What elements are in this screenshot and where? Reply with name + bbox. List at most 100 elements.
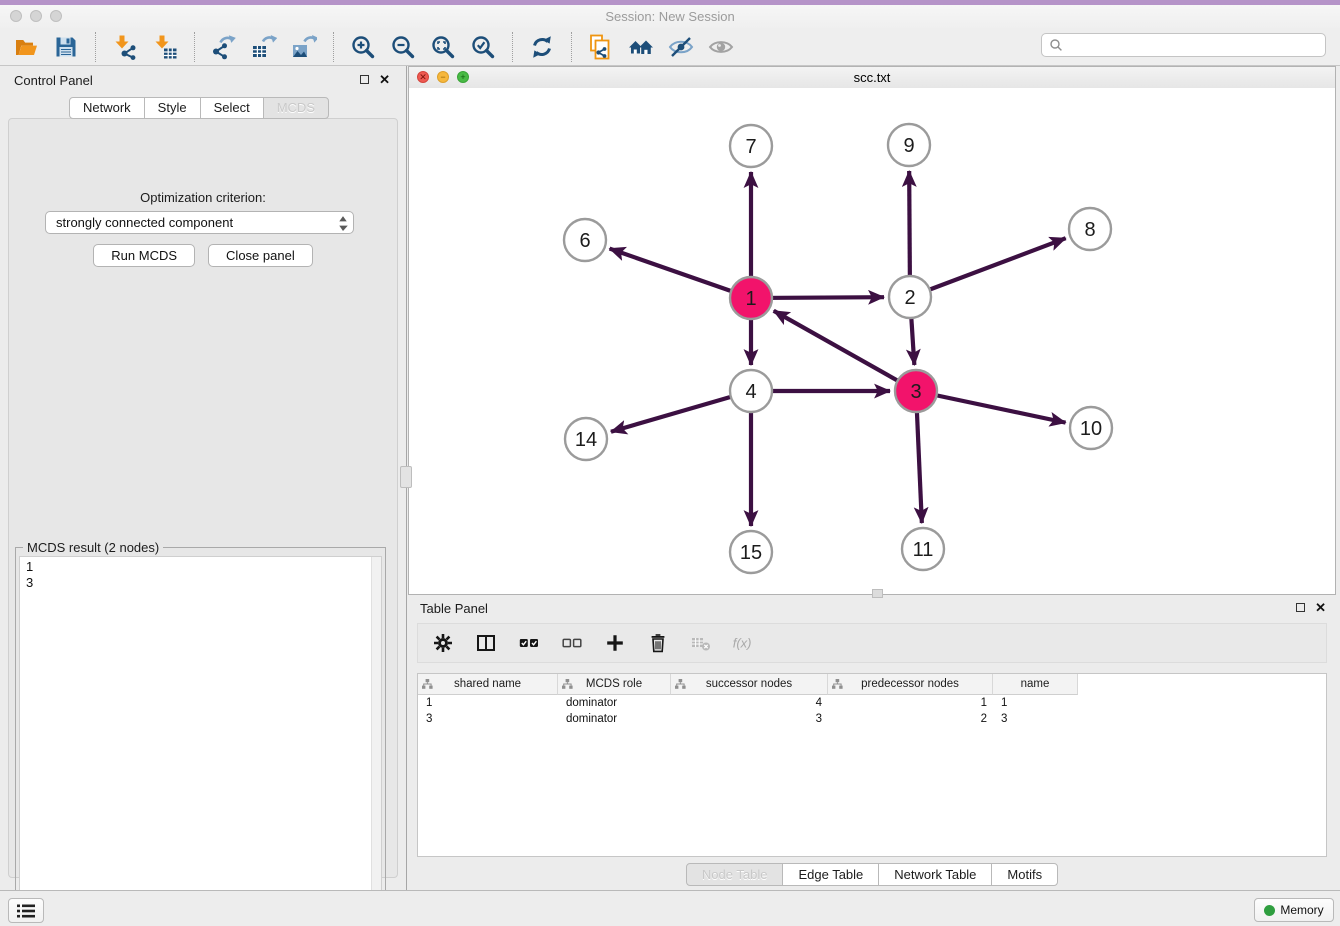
export-image-icon <box>291 34 317 60</box>
mcds-result-area[interactable]: 1 3 <box>19 556 382 925</box>
column-header-name[interactable]: name <box>993 674 1078 695</box>
graph-edge-3-10[interactable] <box>916 391 1066 423</box>
graph-node-9[interactable]: 9 <box>888 124 930 166</box>
search-input[interactable] <box>1068 37 1325 54</box>
show-graphics-details-button[interactable] <box>703 31 739 63</box>
column-header-mcds-role[interactable]: MCDS role <box>558 674 671 695</box>
table-row[interactable]: 3dominator323 <box>418 711 1326 727</box>
save-session-button[interactable] <box>48 31 84 63</box>
task-history-button[interactable] <box>8 898 44 923</box>
result-scrollbar[interactable] <box>371 557 381 924</box>
export-table-button[interactable] <box>246 31 282 63</box>
open-session-button[interactable] <box>8 31 44 63</box>
show-columns-button[interactable] <box>473 630 499 656</box>
graph-node-6[interactable]: 6 <box>564 219 606 261</box>
network-title: scc.txt <box>409 70 1335 85</box>
table-panel-close-icon[interactable]: ✕ <box>1315 602 1326 613</box>
graph-node-8[interactable]: 8 <box>1069 208 1111 250</box>
table-cell: 4 <box>671 695 828 711</box>
graph-node-11[interactable]: 11 <box>902 528 944 570</box>
graph-edge-2-8[interactable] <box>910 238 1066 297</box>
graph-node-label: 1 <box>745 288 756 310</box>
zoom-out-button[interactable] <box>385 31 421 63</box>
import-network-button[interactable] <box>107 31 143 63</box>
table-row[interactable]: 1dominator411 <box>418 695 1326 711</box>
graph-edge-3-1[interactable] <box>774 311 916 391</box>
table-panel: Table Panel ✕ f(x) shared nameMCDS roles… <box>408 595 1336 890</box>
export-table-icon <box>251 34 277 60</box>
mcds-result-group: MCDS result (2 nodes) 1 3 <box>15 547 386 926</box>
tab-network[interactable]: Network <box>69 97 145 119</box>
graph-node-3[interactable]: 3 <box>895 370 937 412</box>
stepper-icon <box>338 215 348 232</box>
delete-column-button[interactable] <box>645 630 671 656</box>
hide-selected-button[interactable] <box>663 31 699 63</box>
graph-node-label: 6 <box>579 230 590 252</box>
close-panel-button[interactable]: Close panel <box>208 244 313 267</box>
tab-style[interactable]: Style <box>144 97 201 119</box>
table-cell: 3 <box>993 711 1078 727</box>
panel-divider-handle[interactable] <box>400 466 412 488</box>
criterion-select[interactable]: strongly connected component <box>45 211 354 234</box>
control-panel: Control Panel ✕ NetworkStyleSelectMCDS O… <box>0 66 407 890</box>
graph-node-4[interactable]: 4 <box>730 370 772 412</box>
zoom-in-button[interactable] <box>345 31 381 63</box>
export-image-button[interactable] <box>286 31 322 63</box>
graph-edge-1-6[interactable] <box>610 249 751 298</box>
search-box[interactable] <box>1041 33 1326 57</box>
tab-edge-table[interactable]: Edge Table <box>782 863 879 886</box>
import-table-button[interactable] <box>147 31 183 63</box>
graph-node-14[interactable]: 14 <box>565 418 607 460</box>
table-body: 1dominator4113dominator323 <box>418 695 1326 727</box>
graph-node-7[interactable]: 7 <box>730 125 772 167</box>
application-window: Session: New Session Control Panel ✕ Net… <box>0 0 1340 926</box>
tab-node-table[interactable]: Node Table <box>686 863 784 886</box>
table-options-button[interactable] <box>430 630 456 656</box>
column-header-successor-nodes[interactable]: successor nodes <box>671 674 828 695</box>
column-header-predecessor-nodes[interactable]: predecessor nodes <box>828 674 993 695</box>
run-mcds-button[interactable]: Run MCDS <box>93 244 195 267</box>
graph-node-1[interactable]: 1 <box>730 277 772 319</box>
tree-icon <box>562 679 573 689</box>
control-panel-header: Control Panel ✕ <box>0 66 406 94</box>
node-table: shared nameMCDS rolesuccessor nodesprede… <box>417 673 1327 857</box>
clone-network-button[interactable] <box>583 31 619 63</box>
home-button[interactable] <box>623 31 659 63</box>
zoom-selected-button[interactable] <box>465 31 501 63</box>
tab-mcds[interactable]: MCDS <box>263 97 329 119</box>
tab-motifs[interactable]: Motifs <box>991 863 1058 886</box>
table-panel-float-icon[interactable] <box>1296 603 1305 612</box>
trash-icon <box>648 633 668 653</box>
toolbar-separator <box>194 32 195 62</box>
toolbar-separator <box>512 32 513 62</box>
delete-table-icon <box>691 633 711 653</box>
graph-node-15[interactable]: 15 <box>730 531 772 573</box>
mcds-panel: Optimization criterion: strongly connect… <box>8 118 398 878</box>
deselect-all-columns-button[interactable] <box>559 630 585 656</box>
create-column-button[interactable] <box>602 630 628 656</box>
function-builder-button[interactable]: f(x) <box>731 630 757 656</box>
tab-select[interactable]: Select <box>200 97 264 119</box>
toolbar-separator <box>95 32 96 62</box>
table-cell: dominator <box>558 711 671 727</box>
fx-icon: f(x) <box>731 633 757 653</box>
tab-network-table[interactable]: Network Table <box>878 863 992 886</box>
graph-node-2[interactable]: 2 <box>889 276 931 318</box>
table-panel-title: Table Panel <box>420 601 488 616</box>
network-canvas[interactable]: 7 9 6 8 1 2 4 3 14 10 15 11 <box>409 88 1335 594</box>
split-columns-icon <box>476 633 496 653</box>
select-all-columns-button[interactable] <box>516 630 542 656</box>
graph-node-label: 14 <box>575 429 597 451</box>
graph-node-label: 10 <box>1080 418 1102 440</box>
network-graph[interactable]: 7 9 6 8 1 2 4 3 14 10 15 11 <box>409 88 1335 594</box>
memory-button[interactable]: Memory <box>1254 898 1334 922</box>
horizontal-splitter-handle[interactable] <box>872 589 883 598</box>
control-panel-float-icon[interactable] <box>360 75 369 84</box>
export-network-button[interactable] <box>206 31 242 63</box>
apply-layout-button[interactable] <box>524 31 560 63</box>
zoom-fit-button[interactable] <box>425 31 461 63</box>
graph-node-10[interactable]: 10 <box>1070 407 1112 449</box>
delete-table-button[interactable] <box>688 630 714 656</box>
column-header-shared-name[interactable]: shared name <box>418 674 558 695</box>
control-panel-close-icon[interactable]: ✕ <box>379 74 390 85</box>
